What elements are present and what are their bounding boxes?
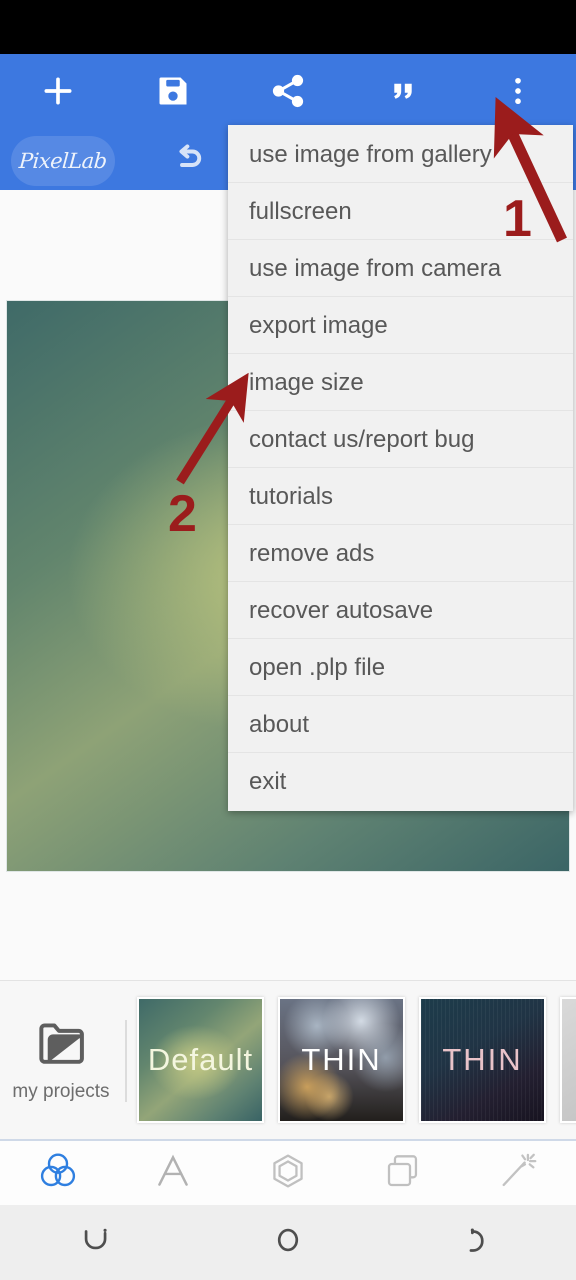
project-thumbnail[interactable]: Default	[137, 997, 264, 1123]
strip-divider	[125, 1020, 127, 1102]
app-logo[interactable]: PixelLab	[11, 136, 115, 186]
tab-color[interactable]	[0, 1141, 115, 1205]
color-wheel-icon	[35, 1148, 81, 1199]
project-thumbnail[interactable]: THIN	[278, 997, 405, 1123]
overflow-dropdown-menu[interactable]: use image from gallery fullscreen use im…	[228, 125, 573, 811]
thumbnail-label: THIN	[301, 1042, 382, 1077]
menu-item-exit[interactable]: exit	[228, 753, 573, 810]
status-bar	[0, 0, 576, 54]
text-icon	[151, 1149, 195, 1198]
back-icon	[79, 1223, 113, 1262]
layers-icon	[382, 1150, 424, 1197]
menu-item-image-size[interactable]: image size	[228, 354, 573, 411]
save-icon	[155, 73, 191, 114]
shape-icon	[266, 1149, 310, 1198]
menu-item-fullscreen[interactable]: fullscreen	[228, 183, 573, 240]
thumbnail-label: Default	[147, 1042, 254, 1077]
add-button[interactable]	[0, 54, 115, 132]
quote-button[interactable]	[346, 54, 461, 132]
my-projects-label: my projects	[12, 1081, 110, 1102]
tool-tab-bar	[0, 1141, 576, 1205]
toolbar-icon-row	[0, 54, 576, 132]
add-icon	[38, 71, 78, 116]
magic-wand-icon	[496, 1149, 540, 1198]
tab-effects[interactable]	[461, 1141, 576, 1205]
app-logo-text: PixelLab	[18, 149, 108, 173]
tab-shape[interactable]	[230, 1141, 345, 1205]
undo-icon	[170, 141, 206, 182]
undo-button[interactable]	[160, 138, 216, 184]
menu-item-about[interactable]: about	[228, 696, 573, 753]
recents-icon	[463, 1223, 497, 1262]
quote-icon	[385, 73, 421, 114]
overflow-menu-icon	[501, 74, 535, 113]
android-nav-bar	[0, 1205, 576, 1280]
menu-item-use-image-from-camera[interactable]: use image from camera	[228, 240, 573, 297]
menu-item-contact-us-report-bug[interactable]: contact us/report bug	[228, 411, 573, 468]
my-projects-button[interactable]: my projects	[0, 989, 122, 1134]
menu-item-export-image[interactable]: export image	[228, 297, 573, 354]
share-icon	[269, 72, 307, 115]
project-thumbnail[interactable]: THIN	[419, 997, 546, 1123]
nav-home-button[interactable]	[233, 1205, 343, 1280]
share-button[interactable]	[230, 54, 345, 132]
overflow-menu-button[interactable]	[461, 54, 576, 132]
folder-icon	[35, 1020, 87, 1071]
menu-item-use-image-from-gallery[interactable]: use image from gallery	[228, 126, 573, 183]
project-thumbnail[interactable]	[560, 997, 576, 1123]
tab-layers[interactable]	[346, 1141, 461, 1205]
menu-item-recover-autosave[interactable]: recover autosave	[228, 582, 573, 639]
save-button[interactable]	[115, 54, 230, 132]
nav-recents-button[interactable]	[425, 1205, 535, 1280]
menu-item-remove-ads[interactable]: remove ads	[228, 525, 573, 582]
tab-text[interactable]	[115, 1141, 230, 1205]
thumbnail-label: THIN	[442, 1042, 523, 1077]
nav-back-button[interactable]	[41, 1205, 151, 1280]
app-screen: PixelLab Ne use image from gallery fulls…	[0, 0, 576, 1280]
home-icon	[271, 1223, 305, 1262]
menu-item-open-plp-file[interactable]: open .plp file	[228, 639, 573, 696]
menu-item-tutorials[interactable]: tutorials	[228, 468, 573, 525]
